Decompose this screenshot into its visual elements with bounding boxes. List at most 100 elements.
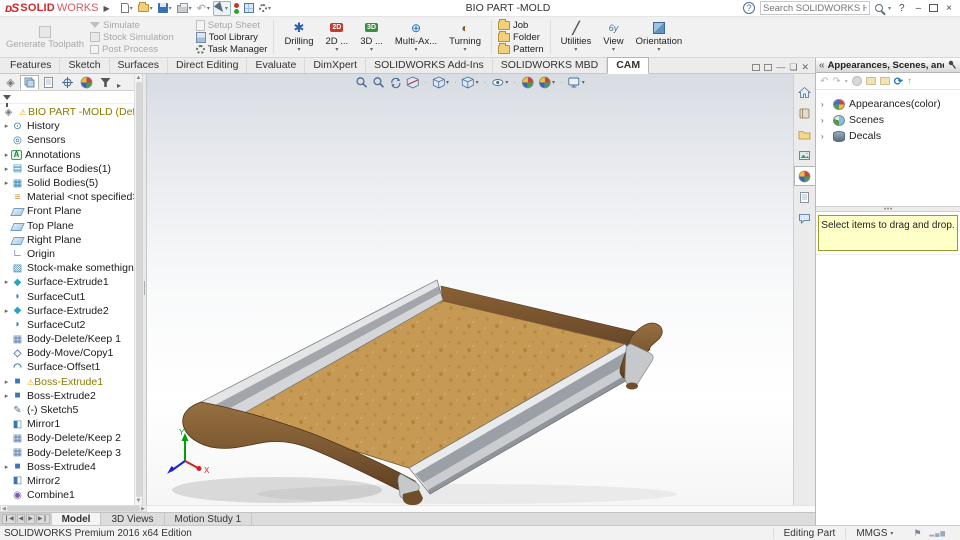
tool-library-button[interactable]: Tool Library: [195, 31, 268, 43]
tree-item[interactable]: Sensors: [0, 133, 134, 147]
expand-arrow-icon[interactable]: [2, 151, 11, 159]
tab-direct-editing[interactable]: Direct Editing: [168, 58, 248, 73]
appearances-scenes-tab[interactable]: [793, 166, 816, 186]
collapse-pane-icon[interactable]: «: [819, 60, 825, 71]
edit-appearance-button[interactable]: [521, 76, 534, 89]
select-button[interactable]: ▾: [212, 0, 231, 16]
forward-icon[interactable]: ↷: [832, 76, 840, 87]
tree-item[interactable]: Top Plane: [0, 219, 134, 233]
expand-arrow-icon[interactable]: [2, 463, 11, 471]
file-explorer-tab[interactable]: [795, 124, 815, 144]
folder-button[interactable]: Folder: [497, 30, 544, 43]
tree-item[interactable]: Surface-Extrude2: [0, 304, 134, 318]
tab-solidworks-mbd[interactable]: SOLIDWORKS MBD: [493, 58, 608, 73]
history-dropdown-icon[interactable]: ▾: [845, 78, 848, 85]
doc-minimize-button[interactable]: —: [776, 63, 785, 72]
tree-item[interactable]: Mirror1: [0, 417, 134, 431]
cam-tree-tab[interactable]: [96, 75, 115, 90]
tab-motion-study-1[interactable]: Motion Study 1: [165, 513, 253, 525]
tab-scroll-buttons[interactable]: ❙◀ ◀ ▶ ▶❙: [0, 513, 52, 525]
tab-dimxpert[interactable]: DimXpert: [305, 58, 367, 73]
tree-root-item[interactable]: BIO PART -MOLD (Default<<Defa: [0, 105, 134, 119]
apply-scene-button[interactable]: ▾: [538, 76, 555, 89]
last-tab-icon[interactable]: ▶❙: [35, 514, 50, 524]
milling-3d-button[interactable]: 3D ... ▾: [354, 18, 389, 56]
tree-item[interactable]: Surface Bodies(1): [0, 162, 134, 176]
view-orientation-button[interactable]: ▾: [432, 76, 449, 89]
tag-icon[interactable]: ⚑: [913, 528, 921, 539]
expand-arrow-icon[interactable]: [2, 122, 11, 130]
tab-model[interactable]: Model: [51, 513, 102, 525]
tree-item[interactable]: Surface-Offset1: [0, 360, 134, 374]
pin-icon[interactable]: [947, 60, 957, 70]
prev-tab-icon[interactable]: ◀: [16, 514, 26, 524]
help-search-input[interactable]: [763, 2, 868, 14]
setup-sheet-button[interactable]: Setup Sheet: [195, 19, 268, 31]
expand-arrow-icon[interactable]: [2, 378, 11, 386]
utilities-button[interactable]: Utilities ▾: [555, 18, 598, 56]
tab-cam[interactable]: CAM: [607, 57, 650, 74]
doc-close-button[interactable]: ✕: [801, 63, 809, 72]
tree-item[interactable]: Surface-Extrude1: [0, 275, 134, 289]
expand-arrow-icon[interactable]: ›: [821, 100, 829, 109]
tab-overflow-chevron[interactable]: ▸: [117, 81, 121, 90]
doc-pane-left-button[interactable]: [752, 63, 761, 71]
back-icon[interactable]: ↶: [820, 76, 828, 87]
drilling-button[interactable]: Drilling ▾: [278, 18, 319, 56]
tree-item[interactable]: Body-Delete/Keep 1: [0, 332, 134, 346]
home-tab[interactable]: [795, 82, 815, 102]
view-palette-tab[interactable]: [795, 145, 815, 165]
tree-item[interactable]: (-) Sketch5: [0, 403, 134, 417]
configuration-manager-tab[interactable]: [39, 75, 58, 90]
custom-properties-tab[interactable]: [795, 187, 815, 207]
stock-simulation-button[interactable]: Stock Simulation: [90, 31, 174, 43]
feature-tree-tab[interactable]: [1, 75, 20, 90]
task-pane-tree-item[interactable]: › Decals: [818, 128, 958, 144]
previous-view-button[interactable]: [389, 76, 402, 89]
tree-item[interactable]: Annotations: [0, 148, 134, 162]
tree-item[interactable]: Combine1: [0, 488, 134, 502]
maximize-button[interactable]: [929, 4, 939, 12]
first-tab-icon[interactable]: ❙◀: [2, 514, 16, 524]
turning-button[interactable]: Turning ▾: [443, 18, 487, 56]
help-button[interactable]: ?: [896, 3, 908, 14]
tab-features[interactable]: Features: [2, 58, 61, 73]
tab-3d-views[interactable]: 3D Views: [101, 513, 165, 525]
doc-pane-right-button[interactable]: [764, 63, 773, 71]
generate-toolpath-button[interactable]: Generate Toolpath: [2, 18, 88, 56]
multi-axis-button[interactable]: Multi-Ax... ▾: [389, 18, 443, 56]
view-settings-button[interactable]: ▾: [568, 76, 585, 89]
tree-item[interactable]: Boss-Extrude2: [0, 389, 134, 403]
tree-vertical-scrollbar[interactable]: ▲ ▼: [134, 74, 142, 505]
property-manager-tab[interactable]: [20, 75, 39, 90]
zoom-to-area-button[interactable]: [372, 76, 385, 89]
view-button[interactable]: View ▾: [597, 18, 629, 56]
help-circle-icon[interactable]: ?: [743, 2, 756, 14]
model-3d-tray[interactable]: [147, 74, 793, 505]
section-view-button[interactable]: [406, 76, 419, 89]
new-document-button[interactable]: ▾: [119, 1, 135, 16]
tree-item[interactable]: Mirror2: [0, 474, 134, 488]
open-button[interactable]: ▾: [136, 1, 155, 16]
rebuild-button[interactable]: [232, 1, 241, 16]
expand-arrow-icon[interactable]: [2, 165, 11, 173]
tree-item[interactable]: Right Plane: [0, 233, 134, 247]
dimxpert-manager-tab[interactable]: [58, 75, 77, 90]
simulate-button[interactable]: Simulate: [90, 19, 174, 31]
file-properties-button[interactable]: [242, 1, 256, 16]
tree-item[interactable]: Boss-Extrude1: [0, 375, 134, 389]
milling-2d-button[interactable]: 2D ... ▾: [319, 18, 354, 56]
doc-restore-button[interactable]: ❏: [789, 63, 797, 72]
tab-sketch[interactable]: Sketch: [60, 58, 110, 73]
tree-item[interactable]: Stock-make somethign big - wildc: [0, 261, 134, 275]
graphics-viewport[interactable]: · ▾ · ▾ · ▾ · ▾ · ▾ Y X: [147, 74, 793, 505]
print-button[interactable]: ▾: [175, 1, 194, 16]
expand-arrow-icon[interactable]: ›: [821, 116, 829, 125]
tree-item[interactable]: History: [0, 119, 134, 133]
tree-item[interactable]: Origin: [0, 247, 134, 261]
task-pane-tree-item[interactable]: › Scenes: [818, 112, 958, 128]
tree-item[interactable]: Boss-Extrude4: [0, 460, 134, 474]
tab-evaluate[interactable]: Evaluate: [247, 58, 306, 73]
next-tab-icon[interactable]: ▶: [26, 514, 35, 524]
expand-arrow-icon[interactable]: [2, 278, 11, 286]
